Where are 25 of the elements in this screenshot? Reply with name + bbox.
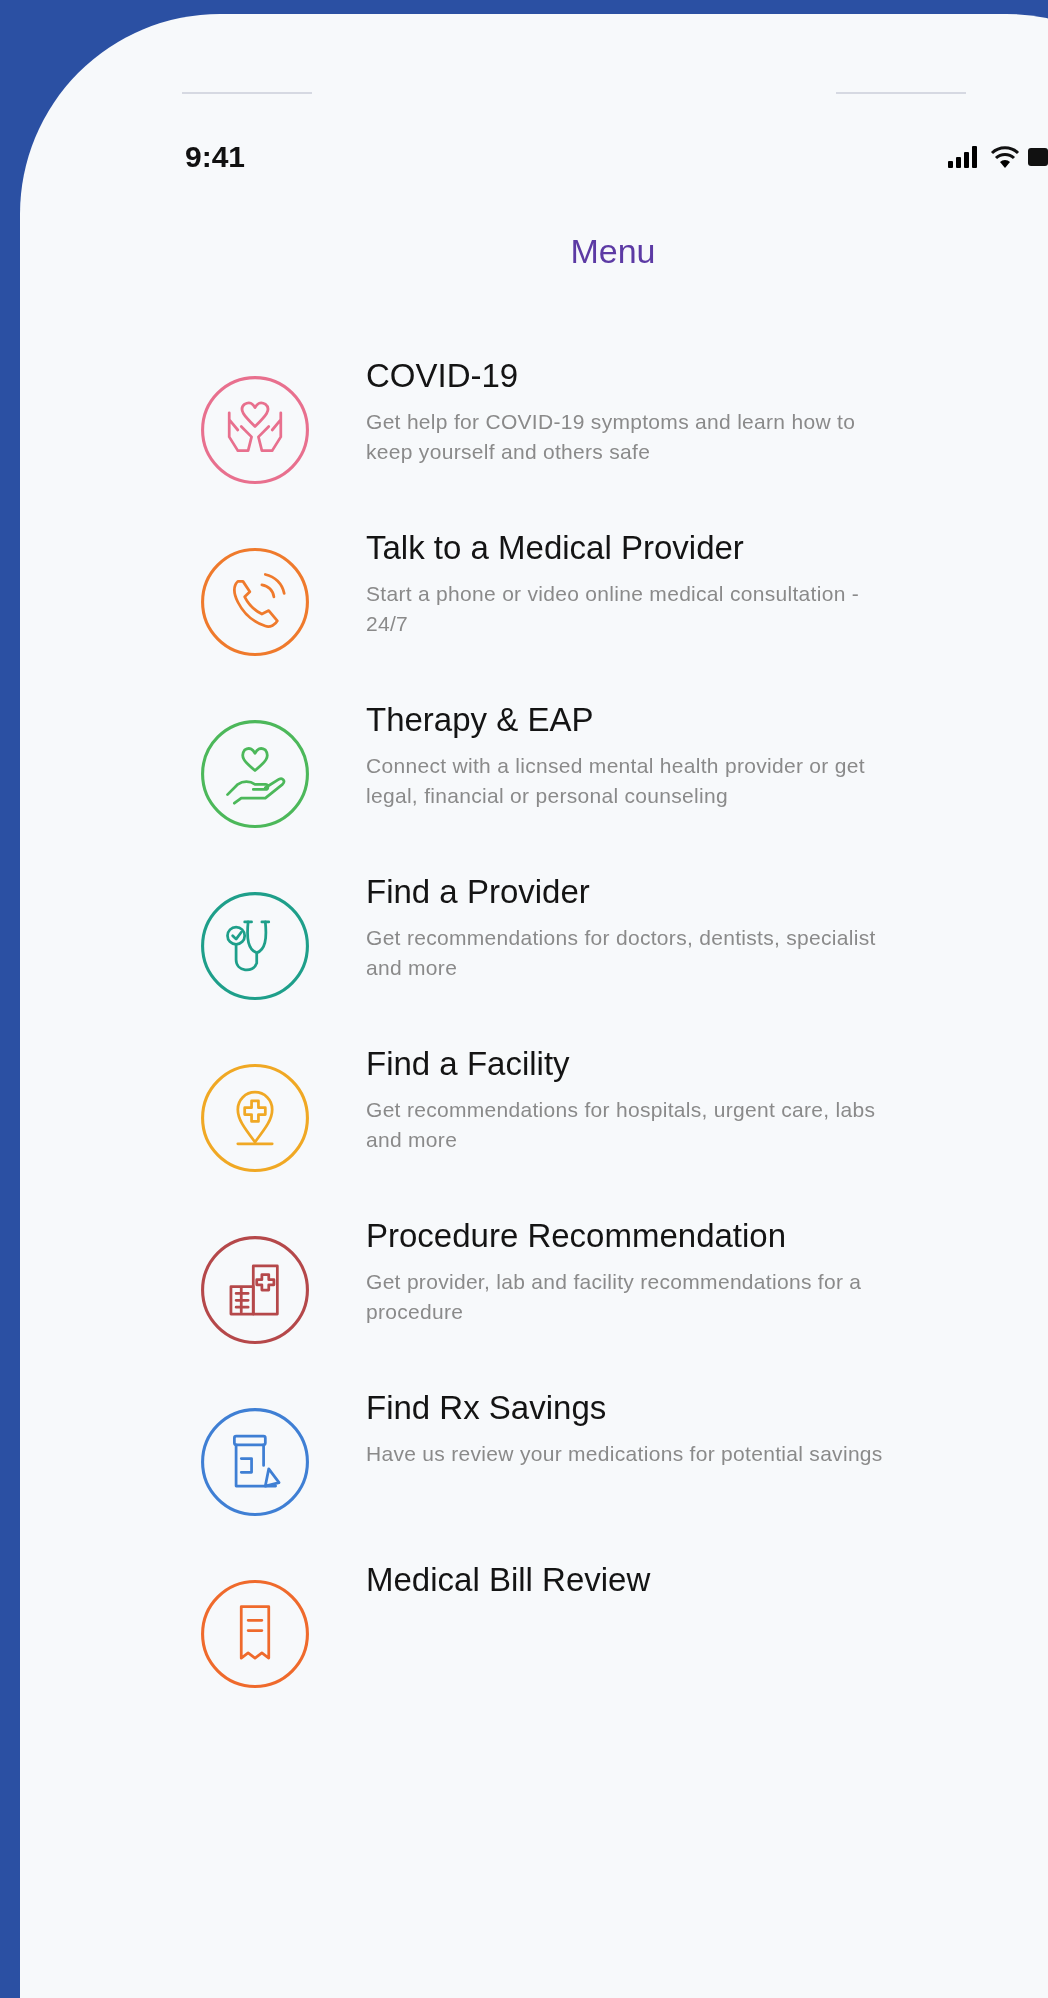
menu-item-title[interactable]: Find Rx Savings <box>366 1389 906 1427</box>
menu-item-description: Connect with a licnsed mental health provider or get legal, financial or personal counseling <box>366 753 866 809</box>
pin-icon[interactable] <box>200 1063 310 1173</box>
battery-icon <box>1028 146 1048 168</box>
menu-item-description: Get recommendations for doctors, dentists, specialist and more <box>366 925 877 981</box>
menu-item-description: Get help for COVID-19 symptoms and learn how to keep yourself and others safe <box>366 409 857 465</box>
menu-item-title[interactable]: COVID-19 <box>366 357 906 395</box>
menu-item-title[interactable]: Therapy & EAP <box>366 701 906 739</box>
buildings-icon[interactable] <box>200 1235 310 1345</box>
menu-item-title[interactable]: Procedure Recommendation <box>366 1217 906 1255</box>
menu-item-title[interactable]: Find a Provider <box>366 873 906 911</box>
stethoscope-icon[interactable] <box>200 891 310 1001</box>
status-time: 9:41 <box>185 140 246 174</box>
menu-item-title[interactable]: Medical Bill Review <box>366 1561 906 1599</box>
menu-item-title[interactable]: Find a Facility <box>366 1045 906 1083</box>
menu-item-description: Get provider, lab and facility recommendations for a procedure <box>366 1269 863 1325</box>
pill-bottle-icon[interactable] <box>200 1407 310 1517</box>
bill-icon[interactable] <box>200 1579 310 1689</box>
menu-item-description: Get recommendations for hospitals, urgent care, labs and more <box>366 1097 877 1153</box>
screen-title: Menu <box>569 232 657 271</box>
menu-item-description: Start a phone or video online medical consultation - 24/7 <box>366 581 861 637</box>
menu-item-title[interactable]: Talk to a Medical Provider <box>366 529 906 567</box>
phone-icon[interactable] <box>200 547 310 657</box>
menu-item-description: Have us review your medications for potential savings <box>366 1441 884 1467</box>
wifi-icon <box>990 146 1020 168</box>
